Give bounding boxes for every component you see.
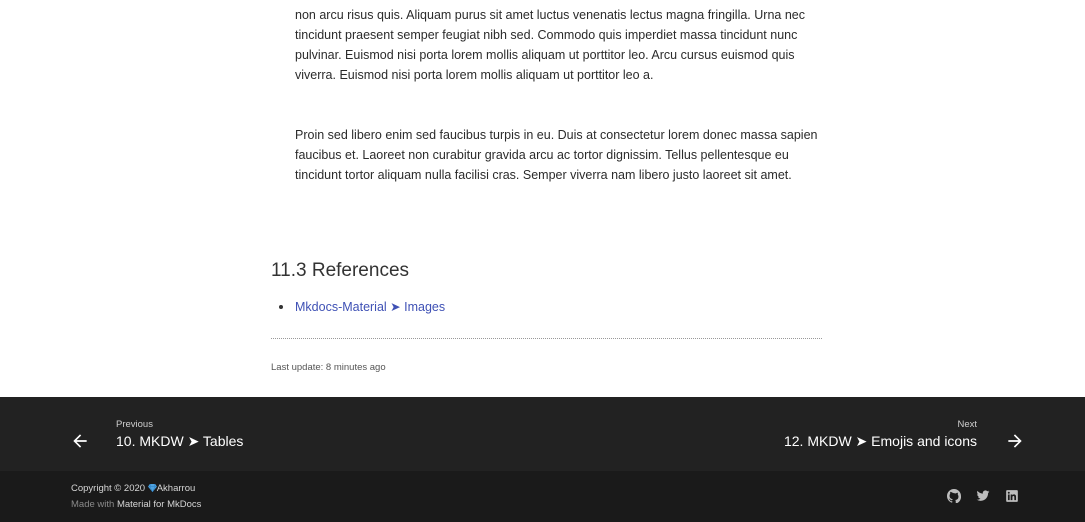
footer-meta: Copyright © 2020 Akharrou Made with Mate…	[0, 471, 1085, 522]
copyright: Copyright © 2020 Akharrou	[71, 481, 195, 497]
last-update: Last update: 8 minutes ago	[271, 362, 386, 373]
references-list: Mkdocs-Material ➤ Images	[279, 297, 445, 317]
article-content: non arcu risus quis. Aliquam purus sit a…	[0, 0, 1085, 397]
github-icon[interactable]	[947, 489, 961, 503]
previous-label: Previous	[116, 419, 153, 430]
made-with: Made with Material for MkDocs	[71, 497, 201, 513]
paragraph: non arcu risus quis. Aliquam purus sit a…	[295, 8, 805, 82]
footer-navigation: Previous 10. MKDW ➤ Tables Next 12. MKDW…	[0, 397, 1085, 471]
section-heading-references: 11.3 References	[271, 260, 410, 281]
arrow-right-icon	[1008, 434, 1022, 448]
linkedin-icon[interactable]	[1005, 489, 1019, 503]
next-title: 12. MKDW ➤ Emojis and icons	[783, 433, 977, 449]
gem-icon	[147, 484, 157, 492]
copyright-owner: Akharrou	[156, 483, 196, 494]
twitter-icon[interactable]	[976, 489, 990, 503]
made-with-prefix: Made with	[71, 499, 117, 510]
previous-page-link[interactable]: Previous 10. MKDW ➤ Tables	[70, 417, 290, 457]
material-mkdocs-link[interactable]: Material for MkDocs	[117, 499, 201, 510]
next-label: Next	[957, 419, 977, 430]
next-page-link[interactable]: Next 12. MKDW ➤ Emojis and icons	[765, 417, 1025, 457]
paragraph: Proin sed libero enim sed faucibus turpi…	[295, 128, 818, 182]
previous-title: 10. MKDW ➤ Tables	[116, 433, 244, 449]
reference-link[interactable]: Mkdocs-Material ➤ Images	[295, 300, 445, 314]
copyright-prefix: Copyright © 2020	[71, 483, 148, 494]
list-item: Mkdocs-Material ➤ Images	[279, 297, 445, 317]
bullet	[279, 305, 283, 309]
divider	[271, 338, 822, 339]
arrow-left-icon	[73, 434, 87, 448]
